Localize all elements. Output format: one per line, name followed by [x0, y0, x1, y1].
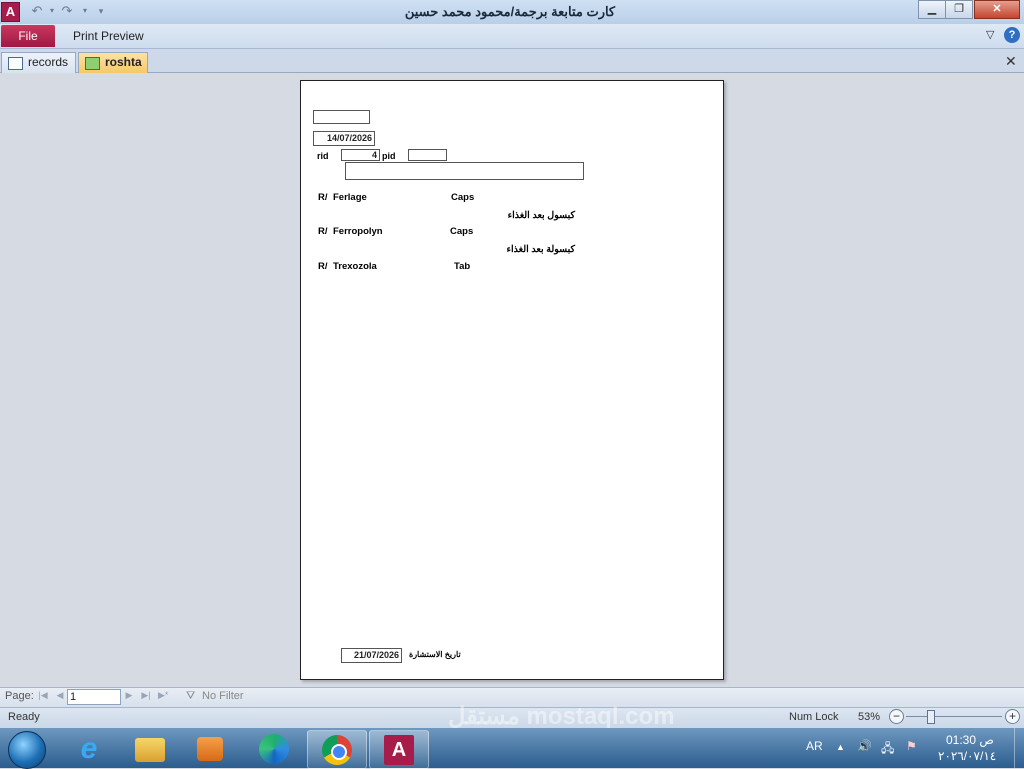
document-tab-bar — [0, 49, 1024, 73]
top-field — [313, 110, 370, 124]
language-indicator[interactable]: AR — [806, 739, 823, 753]
close-button[interactable]: ✕ — [974, 0, 1020, 19]
tab-print-preview[interactable]: Print Preview — [73, 29, 144, 43]
first-page-icon[interactable]: |◀ — [38, 690, 48, 701]
show-hidden-icons[interactable]: ▲ — [836, 742, 845, 752]
date-field: 14/07/2026 — [313, 131, 375, 146]
patient-name-field — [345, 162, 584, 180]
drug-instruction: كبسول بعد الغذاء — [507, 210, 575, 221]
drug-instruction: كبسولة بعد الغذاء — [506, 244, 575, 255]
show-desktop-button[interactable] — [1014, 728, 1024, 768]
doc-tab-label: records — [28, 55, 69, 69]
taskbar-internet-explorer-icon[interactable]: e — [60, 730, 118, 767]
rid-label: rid — [317, 151, 329, 161]
doc-tab-roshta[interactable]: roshta — [78, 52, 148, 73]
ribbon-tab-bar — [0, 24, 1024, 49]
doc-tab-records[interactable]: records — [1, 52, 76, 73]
status-ready: Ready — [8, 711, 40, 723]
clock-time[interactable]: 01:30 ص — [946, 733, 994, 747]
page-number-input[interactable]: 1 — [67, 689, 121, 705]
redo-dropdown-icon[interactable]: ▾ — [78, 3, 92, 19]
taskbar-chrome-icon[interactable] — [307, 730, 367, 769]
taskbar-edge-icon[interactable] — [245, 730, 303, 767]
clock-date[interactable]: ٢٠٢٦/٠٧/١٤ — [938, 749, 996, 763]
close-document-icon[interactable]: ✕ — [1005, 53, 1017, 70]
zoom-out-button[interactable]: − — [889, 709, 904, 724]
pid-label: pid — [382, 151, 396, 161]
zoom-slider-thumb[interactable] — [927, 710, 935, 724]
undo-icon[interactable]: ↶ — [30, 3, 44, 19]
watermark-logo: مستقل mostaql.com — [448, 703, 675, 730]
minimize-button[interactable]: ▁ — [918, 0, 946, 19]
expand-ribbon-icon[interactable]: ▽ — [986, 28, 994, 41]
new-page-icon[interactable]: ▶* — [158, 690, 168, 701]
start-button[interactable] — [8, 731, 46, 769]
window-title: كارت متابعة برجمة/محمود محمد حسين — [404, 4, 616, 19]
help-icon[interactable]: ? — [1004, 27, 1020, 43]
action-center-icon[interactable]: ⚑ — [906, 739, 917, 753]
zoom-percentage[interactable]: 53% — [858, 711, 880, 723]
report-icon — [85, 57, 100, 70]
customize-toolbar-icon[interactable]: ▾ — [94, 3, 108, 19]
page-label: Page: — [5, 690, 34, 702]
drug-prefix: R/ — [318, 192, 328, 203]
volume-icon[interactable]: 🔊 — [857, 739, 872, 753]
last-page-icon[interactable]: ▶| — [141, 690, 151, 701]
maximize-button[interactable]: ❐ — [945, 0, 973, 19]
undo-dropdown-icon[interactable]: ▾ — [45, 3, 59, 19]
drug-form: Caps — [451, 192, 475, 203]
access-app-icon[interactable]: A — [1, 2, 20, 22]
drug-prefix: R/ — [318, 226, 328, 237]
num-lock-indicator: Num Lock — [789, 711, 839, 723]
drug-name: Trexozola — [333, 261, 377, 272]
zoom-in-button[interactable]: + — [1005, 709, 1020, 724]
network-icon[interactable]: 🖧 — [881, 739, 894, 760]
consult-date-label: تاريخ الاستشارة — [409, 650, 461, 659]
taskbar-media-player-icon[interactable] — [183, 730, 241, 767]
drug-name: Ferropolyn — [333, 226, 383, 237]
taskbar-file-explorer-icon[interactable] — [121, 730, 179, 767]
drug-prefix: R/ — [318, 261, 328, 272]
redo-icon[interactable]: ↷ — [60, 3, 74, 19]
zoom-slider-track[interactable] — [906, 716, 1002, 717]
report-page: 14/07/2026 rid 4 pid R/ Ferlage Caps كبس… — [300, 80, 724, 680]
pid-field — [408, 149, 447, 161]
taskbar-access-icon[interactable]: A — [369, 730, 429, 769]
next-page-icon[interactable]: ▶ — [124, 690, 134, 701]
doc-tab-label: roshta — [105, 55, 142, 69]
form-icon — [8, 57, 23, 70]
drug-name: Ferlage — [333, 192, 367, 203]
consult-date-field: 21/07/2026 — [341, 648, 402, 663]
filter-icon: ⛛ — [186, 690, 196, 702]
drug-form: Caps — [450, 226, 474, 237]
tab-file[interactable]: File — [1, 25, 55, 47]
drug-form: Tab — [454, 261, 471, 272]
previous-page-icon[interactable]: ◀ — [55, 690, 65, 701]
rid-field: 4 — [341, 149, 380, 161]
no-filter-button[interactable]: No Filter — [202, 690, 244, 702]
